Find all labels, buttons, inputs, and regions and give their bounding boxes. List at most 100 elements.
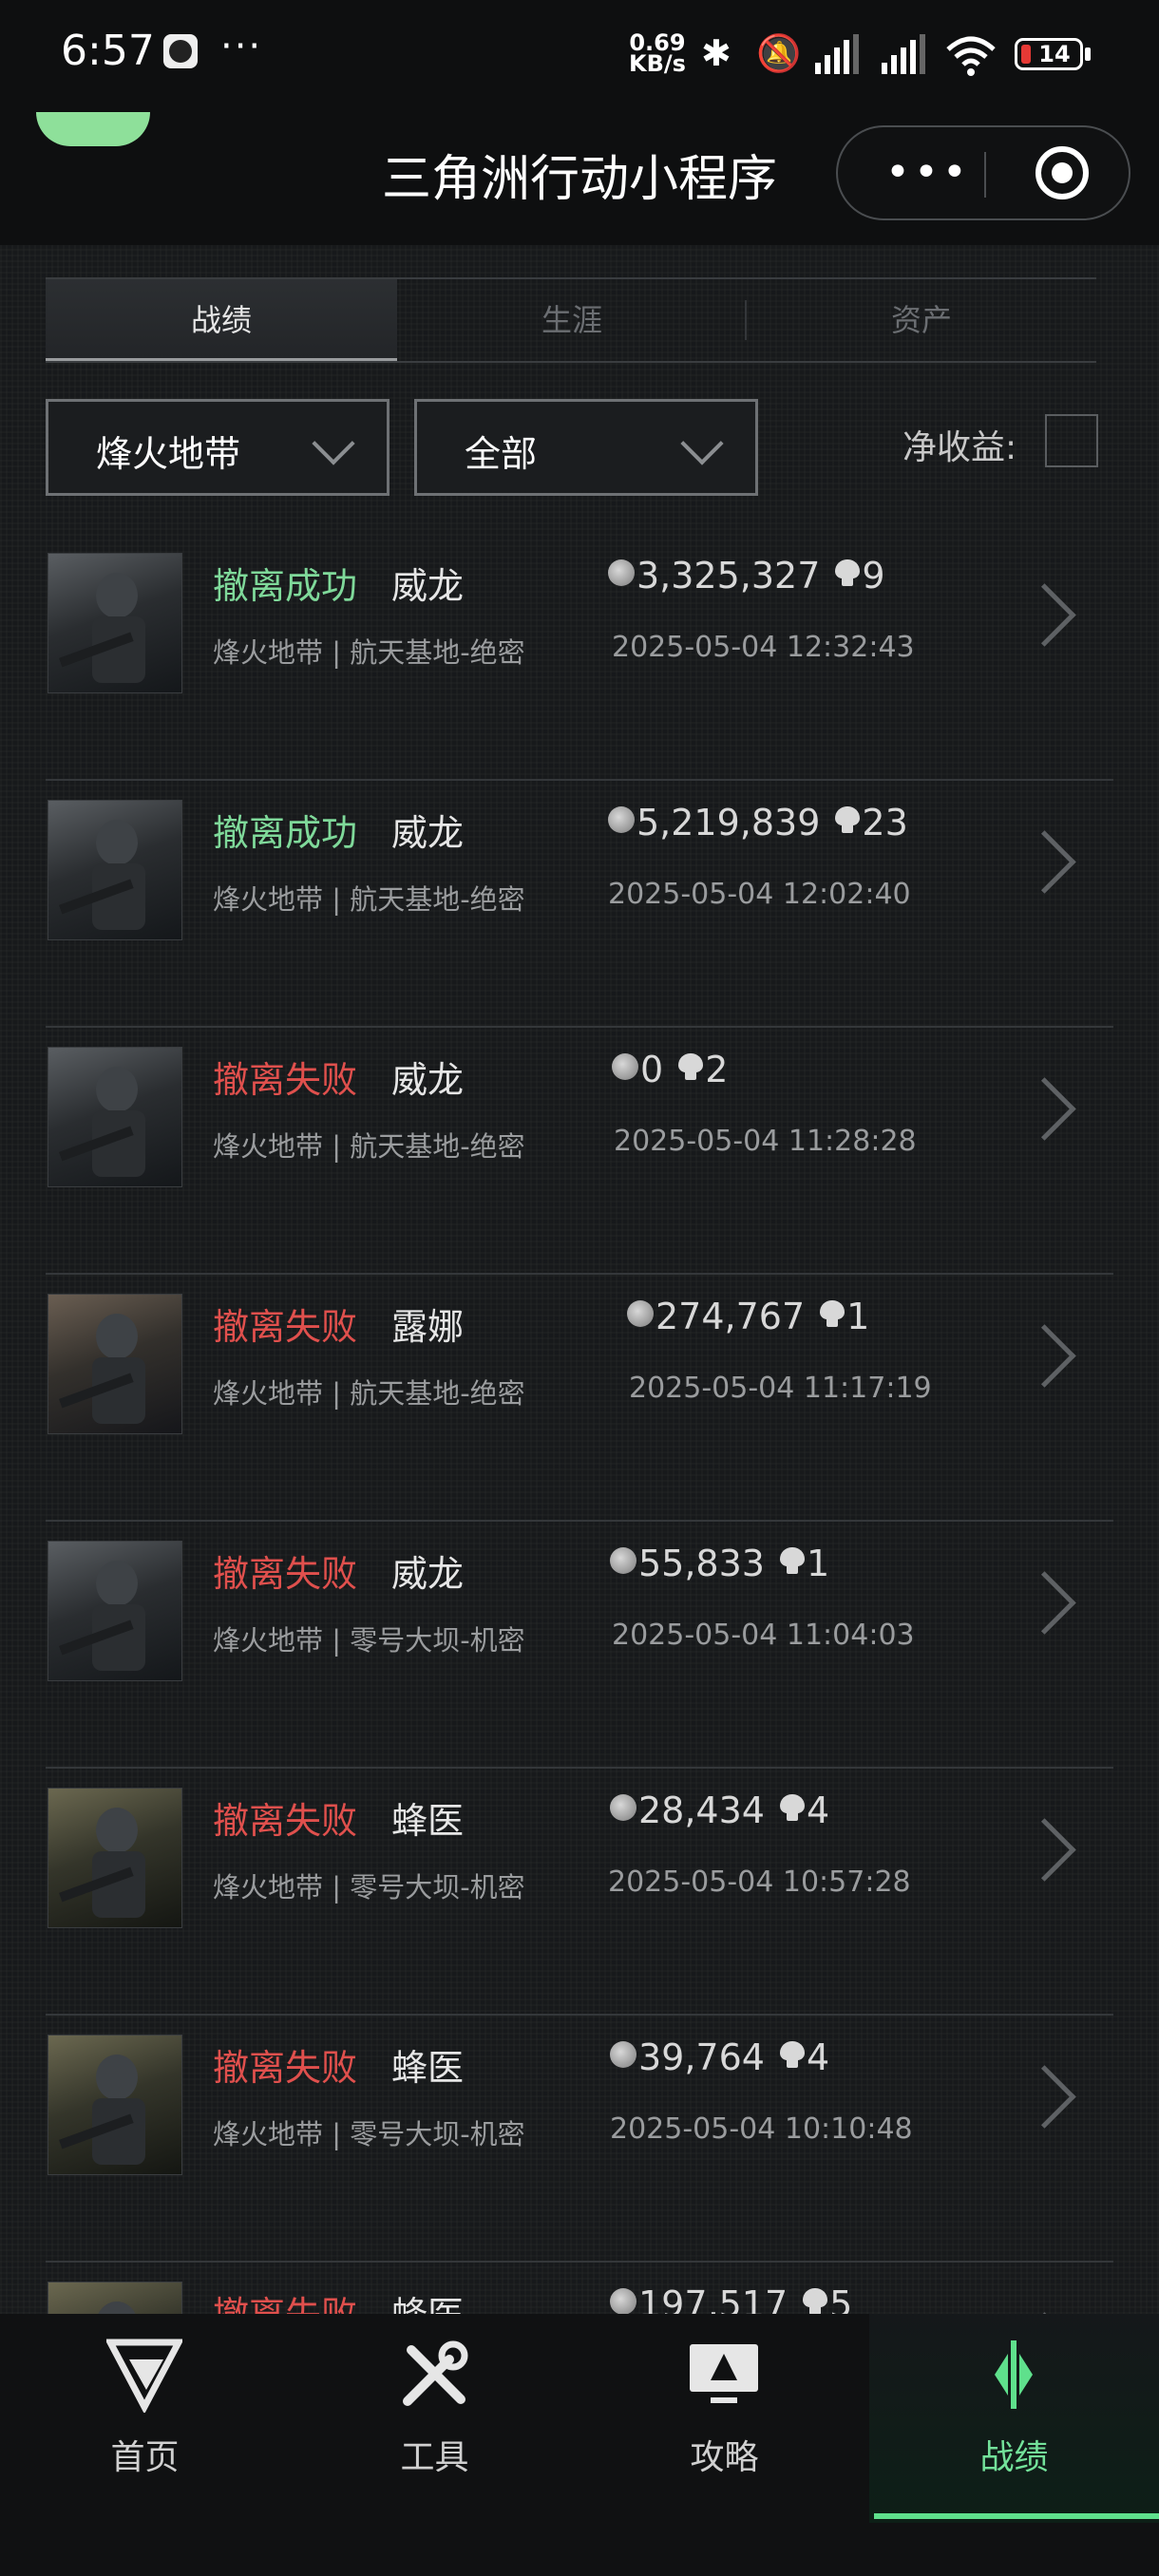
bottom-navigation: 首页 工具 攻略 战绩 bbox=[0, 2314, 1159, 2576]
home-logo-icon bbox=[106, 2339, 182, 2413]
nav-guide-label: 攻略 bbox=[690, 2438, 759, 2477]
status-time: 6:57 bbox=[61, 27, 155, 75]
kill-skull-icon bbox=[779, 2041, 805, 2068]
extraction-status: 撤离失败 bbox=[213, 1306, 358, 1348]
kill-skull-icon bbox=[678, 1053, 704, 1080]
tab-career[interactable]: 生涯 bbox=[397, 279, 747, 361]
map-info: 烽火地带 | 航天基地-绝密 bbox=[213, 883, 525, 916]
operator-avatar bbox=[48, 2035, 182, 2175]
more-button[interactable]: ••• bbox=[885, 148, 971, 197]
extraction-status: 撤离失败 bbox=[213, 1800, 358, 1842]
active-tab-indicator bbox=[874, 2513, 1159, 2519]
network-speed: 0.69 KB/s bbox=[629, 31, 686, 75]
record-row[interactable]: 撤离失败 露娜 烽火地带 | 航天基地-绝密 274,767 1 2025-05-04 1… bbox=[46, 1275, 1113, 1522]
match-time: 2025-05-04 10:10:48 bbox=[610, 2112, 913, 2146]
record-row[interactable]: 撤离失败 蜂医 烽火地带 | 零号大坝-机密 28,434 4 2025-05-04 10… bbox=[46, 1769, 1113, 2016]
page-title: 三角洲行动小程序 bbox=[381, 151, 777, 208]
operator-name: 威龙 bbox=[391, 565, 465, 607]
coin-icon bbox=[612, 1053, 638, 1080]
operator-avatar bbox=[48, 1788, 182, 1928]
nav-guide[interactable]: 攻略 bbox=[580, 2314, 869, 2523]
coin-icon bbox=[610, 1547, 636, 1574]
match-time: 2025-05-04 10:57:28 bbox=[608, 1866, 911, 1899]
profit-value: 274,767 bbox=[656, 1296, 806, 1337]
extraction-status: 撤离失败 bbox=[213, 1553, 358, 1595]
operator-avatar bbox=[48, 1047, 182, 1187]
nav-tools-label: 工具 bbox=[400, 2438, 469, 2477]
close-mini-program-button[interactable] bbox=[1036, 146, 1089, 199]
record-row[interactable]: 撤离成功 威龙 烽火地带 | 航天基地-绝密 5,219,839 23 2025-05-0… bbox=[46, 781, 1113, 1028]
wifi-icon bbox=[946, 36, 996, 76]
operator-name: 蜂医 bbox=[391, 1800, 465, 1842]
operator-portrait bbox=[59, 2055, 145, 2165]
operator-avatar bbox=[48, 800, 182, 940]
match-time: 2025-05-04 12:32:43 bbox=[612, 631, 915, 664]
profit-value: 3,325,327 bbox=[636, 555, 821, 597]
match-time: 2025-05-04 11:04:03 bbox=[612, 1619, 915, 1652]
chevron-right-icon bbox=[1013, 2065, 1076, 2129]
chevron-down-icon bbox=[312, 422, 355, 465]
value-group: 39,764 4 bbox=[610, 2036, 829, 2078]
kill-count: 1 bbox=[846, 1296, 870, 1337]
nav-home-label: 首页 bbox=[110, 2438, 180, 2477]
kill-count: 4 bbox=[806, 1790, 830, 1831]
operator-name: 蜂医 bbox=[391, 2047, 465, 2089]
match-time: 2025-05-04 11:28:28 bbox=[614, 1125, 917, 1158]
value-group: 28,434 4 bbox=[610, 1790, 829, 1831]
chevron-right-icon bbox=[1013, 1571, 1076, 1635]
chevron-right-icon bbox=[1013, 1818, 1076, 1882]
scope-dropdown[interactable]: 全部 bbox=[414, 399, 758, 496]
tab-record[interactable]: 战绩 bbox=[46, 279, 397, 361]
net-income-checkbox[interactable] bbox=[1045, 414, 1098, 467]
record-row[interactable]: 撤离失败 蜂医 烽火地带 | 零号大坝-机密 39,764 4 2025-05-04 10… bbox=[46, 2016, 1113, 2263]
coin-icon bbox=[627, 1300, 654, 1327]
record-row[interactable]: 撤离失败 威龙 烽火地带 | 航天基地-绝密 0 2 2025-05-04 11:28:2… bbox=[46, 1028, 1113, 1275]
guide-monitor-icon bbox=[690, 2344, 758, 2403]
map-info: 烽火地带 | 零号大坝-机密 bbox=[213, 2118, 525, 2150]
extraction-status: 撤离成功 bbox=[213, 812, 358, 854]
tab-assets[interactable]: 资产 bbox=[747, 279, 1096, 361]
operator-portrait bbox=[59, 573, 145, 683]
map-info: 烽火地带 | 航天基地-绝密 bbox=[213, 1130, 525, 1163]
record-row[interactable]: 撤离成功 威龙 烽火地带 | 航天基地-绝密 3,325,327 9 2025-05-04… bbox=[46, 534, 1113, 781]
clock-app-icon bbox=[163, 34, 198, 68]
record-row[interactable]: 撤离失败 威龙 烽火地带 | 零号大坝-机密 55,833 1 2025-05-04 11… bbox=[46, 1522, 1113, 1769]
nav-tools[interactable]: 工具 bbox=[290, 2314, 580, 2523]
mode-dropdown[interactable]: 烽火地带 bbox=[46, 399, 390, 496]
operator-portrait bbox=[59, 1067, 145, 1177]
kill-skull-icon bbox=[779, 1794, 805, 1821]
profit-value: 39,764 bbox=[638, 2036, 765, 2078]
kill-count: 9 bbox=[862, 555, 885, 597]
value-group: 55,833 1 bbox=[610, 1543, 829, 1584]
value-group: 5,219,839 23 bbox=[608, 802, 908, 843]
bluetooth-icon: ✱ bbox=[701, 32, 732, 74]
operator-name: 威龙 bbox=[391, 812, 465, 854]
coin-icon bbox=[608, 806, 635, 833]
more-notifications-icon: ··· bbox=[220, 25, 263, 68]
nav-home[interactable]: 首页 bbox=[0, 2314, 290, 2523]
kill-skull-icon bbox=[779, 1547, 805, 1574]
kill-skull-icon bbox=[835, 559, 861, 586]
operator-avatar bbox=[48, 553, 182, 693]
tools-icon bbox=[403, 2340, 468, 2406]
nav-record[interactable]: 战绩 bbox=[869, 2314, 1159, 2523]
chevron-right-icon bbox=[1013, 1077, 1076, 1141]
battery-icon: 14 bbox=[1015, 38, 1083, 70]
coin-icon bbox=[610, 2041, 636, 2068]
operator-name: 威龙 bbox=[391, 1059, 465, 1101]
operator-avatar bbox=[48, 1294, 182, 1434]
profit-value: 28,434 bbox=[638, 1790, 765, 1831]
kill-count: 23 bbox=[862, 802, 908, 843]
record-logo-icon bbox=[995, 2340, 1033, 2409]
battery-level: 14 bbox=[1038, 41, 1071, 67]
app-logo bbox=[36, 112, 150, 146]
operator-portrait bbox=[59, 1561, 145, 1671]
kill-skull-icon bbox=[820, 1300, 846, 1327]
scope-dropdown-value: 全部 bbox=[465, 433, 538, 475]
value-group: 274,767 1 bbox=[627, 1296, 869, 1337]
operator-portrait bbox=[59, 1808, 145, 1918]
coin-icon bbox=[608, 559, 635, 586]
status-bar: 6:57 ··· 0.69 KB/s ✱ 🔕 14 bbox=[0, 0, 1159, 112]
chevron-right-icon bbox=[1013, 583, 1076, 647]
mode-dropdown-value: 烽火地带 bbox=[96, 433, 241, 475]
